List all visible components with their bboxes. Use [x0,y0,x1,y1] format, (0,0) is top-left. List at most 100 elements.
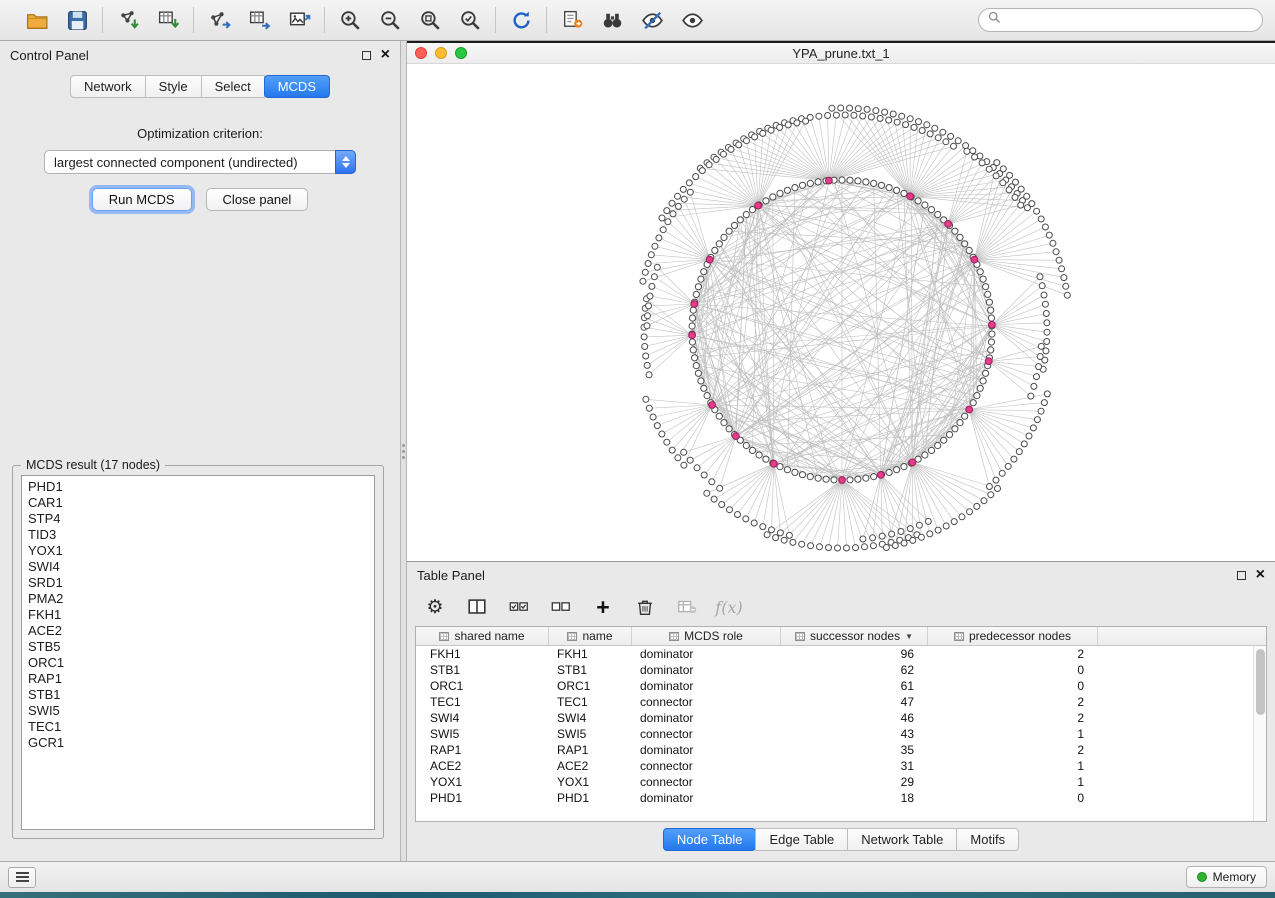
column-grid-icon [795,632,805,641]
search-input[interactable] [1007,13,1254,28]
mcds-result-title: MCDS result (17 nodes) [21,458,165,472]
mcds-result-item[interactable]: CAR1 [22,495,374,511]
memory-label: Memory [1213,870,1256,884]
float-table-panel-icon[interactable] [1237,571,1246,580]
network-window: YPA_prune.txt_1 [407,41,1275,561]
zoom-in-icon[interactable] [337,7,363,33]
window-zoom-button[interactable] [455,47,467,59]
search-box[interactable] [978,8,1263,32]
mcds-result-item[interactable]: STP4 [22,511,374,527]
node-table-header: shared namenameMCDS rolesuccessor nodes▼… [416,627,1266,646]
table-scrollbar[interactable] [1253,646,1266,821]
sort-arrow-icon: ▼ [905,632,913,641]
tab-node-table[interactable]: Node Table [663,828,757,851]
table-row[interactable]: ACE2ACE2connector311 [416,758,1266,774]
mcds-result-item[interactable]: FKH1 [22,607,374,623]
table-row[interactable]: FKH1FKH1dominator962 [416,646,1266,662]
memory-status-dot [1197,872,1207,882]
column-header-predecessor-nodes[interactable]: predecessor nodes [928,627,1098,645]
mcds-result-item[interactable]: GCR1 [22,735,374,751]
float-panel-icon[interactable] [362,51,371,60]
mcds-result-item[interactable]: YOX1 [22,543,374,559]
column-header-shared-name[interactable]: shared name [416,627,549,645]
column-header-successor-nodes[interactable]: successor nodes▼ [781,627,928,645]
mcds-result-item[interactable]: ACE2 [22,623,374,639]
mcds-result-item[interactable]: STB1 [22,687,374,703]
control-panel-tabs: NetworkStyleSelectMCDS [0,75,400,98]
status-bar: Memory [0,861,1275,892]
zoom-out-icon[interactable] [377,7,403,33]
tab-select[interactable]: Select [201,75,265,98]
table-row[interactable]: STB1STB1dominator620 [416,662,1266,678]
table-row[interactable]: SWI4SWI4dominator462 [416,710,1266,726]
table-scrollbar-thumb[interactable] [1256,649,1265,715]
network-view-title: YPA_prune.txt_1 [407,46,1275,61]
mcds-result-item[interactable]: PHD1 [22,479,374,495]
table-row[interactable]: TEC1TEC1connector472 [416,694,1266,710]
tab-mcds[interactable]: MCDS [264,75,330,98]
optimization-criterion-select[interactable]: largest connected component (undirected) [44,150,356,174]
network-canvas[interactable] [407,64,1275,561]
mcds-result-item[interactable]: ORC1 [22,655,374,671]
panel-splitter[interactable] [400,41,407,861]
export-network-icon[interactable] [206,7,232,33]
open-file-icon[interactable] [24,7,50,33]
criterion-selected-value: largest connected component (undirected) [54,155,298,170]
table-tabs: Node TableEdge TableNetwork TableMotifs [407,822,1275,856]
tab-network-table[interactable]: Network Table [847,828,957,851]
deselect-all-icon[interactable] [549,595,573,619]
table-row[interactable]: YOX1YOX1connector291 [416,774,1266,790]
close-panel-icon[interactable]: × [381,47,390,63]
hide-selection-icon[interactable] [639,7,665,33]
delete-column-icon[interactable] [633,595,657,619]
table-row[interactable]: PHD1PHD1dominator180 [416,790,1266,806]
mcds-result-item[interactable]: SRD1 [22,575,374,591]
add-column-icon[interactable]: + [591,595,615,619]
mcds-result-item[interactable]: RAP1 [22,671,374,687]
import-network-icon[interactable] [115,7,141,33]
columns-icon[interactable] [465,595,489,619]
mcds-result-list[interactable]: PHD1CAR1STP4TID3YOX1SWI4SRD1PMA2FKH1ACE2… [21,475,375,830]
gear-icon[interactable]: ⚙ [423,595,447,619]
memory-button[interactable]: Memory [1186,866,1267,888]
mcds-result-item[interactable]: PMA2 [22,591,374,607]
window-minimize-button[interactable] [435,47,447,59]
tab-edge-table[interactable]: Edge Table [755,828,848,851]
table-row[interactable]: RAP1RAP1dominator352 [416,742,1266,758]
export-table-icon[interactable] [246,7,272,33]
mcds-result-item[interactable]: SWI5 [22,703,374,719]
column-header-name[interactable]: name [549,627,632,645]
refresh-layout-icon[interactable] [508,7,534,33]
column-grid-icon [669,632,679,641]
tab-motifs[interactable]: Motifs [956,828,1019,851]
export-image-icon[interactable] [286,7,312,33]
table-panel: Table Panel × ⚙ + [407,561,1275,861]
show-all-icon[interactable] [679,7,705,33]
import-table-icon[interactable] [155,7,181,33]
mcds-result-item[interactable]: STB5 [22,639,374,655]
zoom-selected-icon[interactable] [457,7,483,33]
table-row[interactable]: ORC1ORC1dominator610 [416,678,1266,694]
save-icon[interactable] [64,7,90,33]
function-builder-icon[interactable]: f(x) [717,595,741,619]
mcds-result-item[interactable]: TEC1 [22,719,374,735]
table-row[interactable]: SWI5SWI5connector431 [416,726,1266,742]
zoom-fit-icon[interactable] [417,7,443,33]
control-panel: Control Panel × NetworkStyleSelectMCDS O… [0,41,400,861]
tab-style[interactable]: Style [145,75,202,98]
run-mcds-button[interactable]: Run MCDS [92,188,192,211]
window-close-button[interactable] [415,47,427,59]
network-from-selection-icon[interactable] [559,7,585,33]
select-all-icon[interactable] [507,595,531,619]
hamburger-menu-icon[interactable] [8,867,36,888]
mcds-result-group: MCDS result (17 nodes) PHD1CAR1STP4TID3Y… [12,465,384,839]
optimization-criterion-label: Optimization criterion: [0,126,400,141]
mcds-result-item[interactable]: SWI4 [22,559,374,575]
search-network-icon[interactable] [599,7,625,33]
mcds-result-item[interactable]: TID3 [22,527,374,543]
close-panel-button[interactable]: Close panel [206,188,309,211]
close-table-panel-icon[interactable]: × [1256,567,1265,583]
column-header-MCDS-role[interactable]: MCDS role [632,627,781,645]
delete-table-icon[interactable] [675,595,699,619]
tab-network[interactable]: Network [70,75,146,98]
